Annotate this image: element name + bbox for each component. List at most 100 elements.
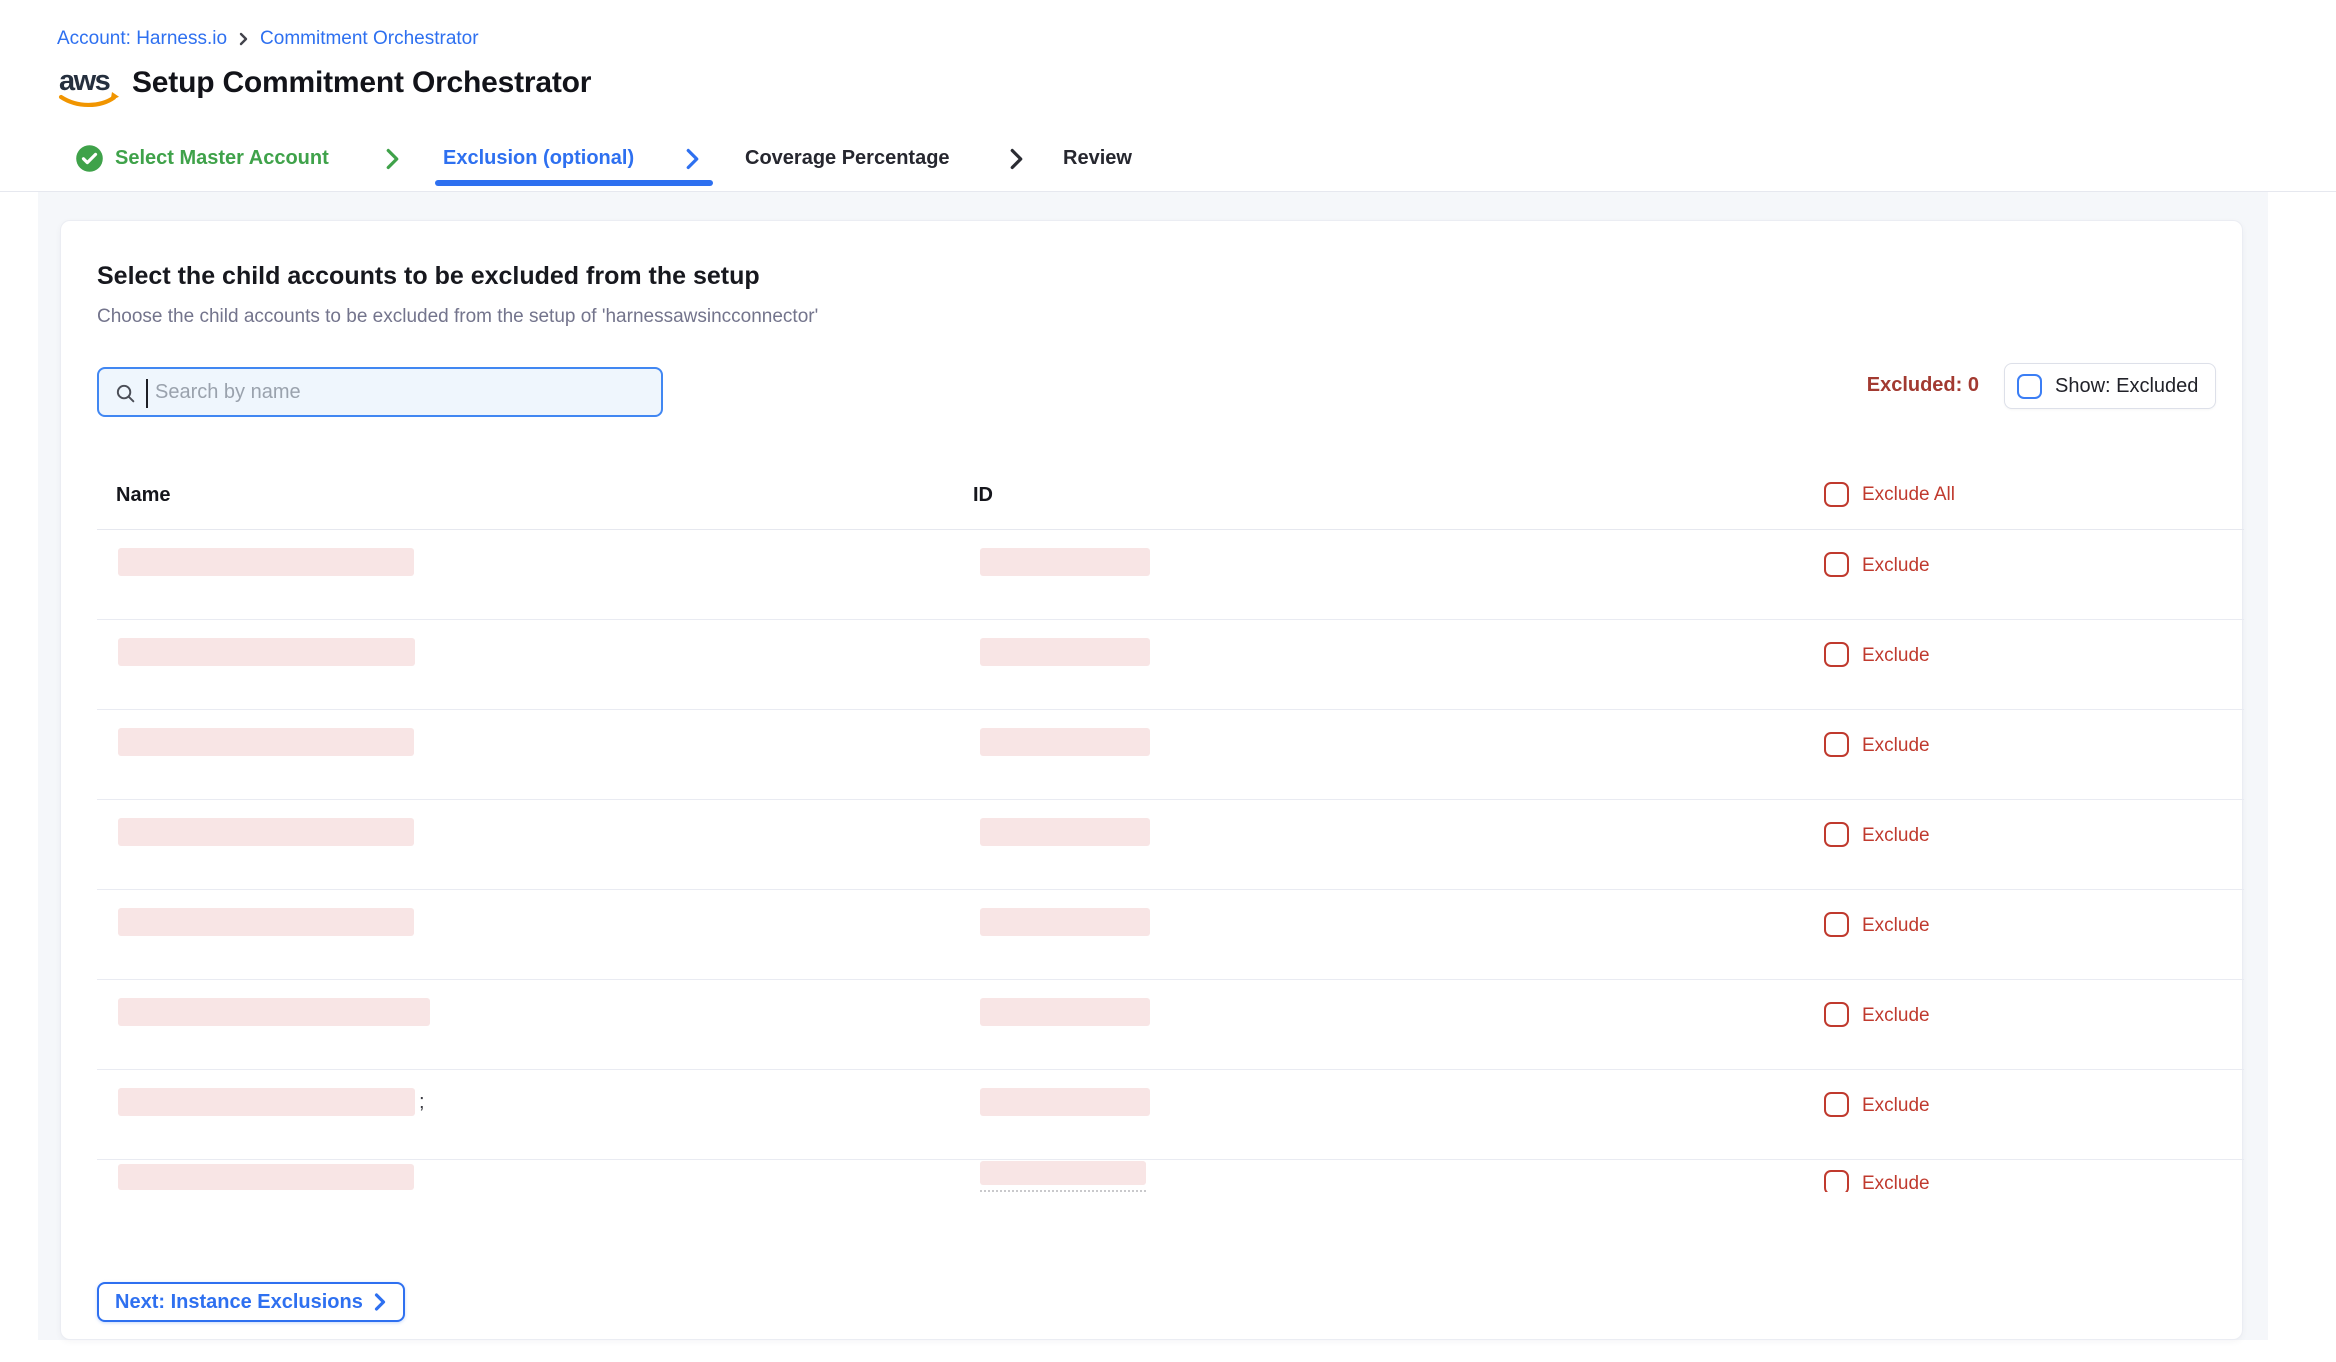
account-name-suffix: ; xyxy=(419,1091,425,1114)
account-id-cell xyxy=(980,1088,1150,1116)
exclude-checkbox[interactable] xyxy=(1824,912,1849,937)
table-row: Exclude xyxy=(97,980,2244,1070)
exclude-label: Exclude xyxy=(1862,735,1930,757)
step-completed-check-icon xyxy=(75,144,104,173)
exclude-control[interactable]: Exclude xyxy=(1824,1092,1930,1117)
redacted-account-id xyxy=(980,908,1150,936)
exclude-label: Exclude xyxy=(1862,1173,1930,1192)
step-chevron-icon xyxy=(384,146,401,172)
exclude-checkbox[interactable] xyxy=(1824,1170,1849,1192)
exclude-checkbox[interactable] xyxy=(1824,732,1849,757)
redacted-account-id xyxy=(980,548,1150,576)
account-id-cell xyxy=(980,908,1150,936)
account-name-cell xyxy=(118,548,418,576)
account-id-cell xyxy=(980,1161,1146,1192)
account-name-cell xyxy=(118,638,419,666)
redacted-account-name xyxy=(118,998,430,1026)
exclude-checkbox[interactable] xyxy=(1824,552,1849,577)
redacted-account-id xyxy=(980,1088,1150,1116)
exclude-label: Exclude xyxy=(1862,1095,1930,1117)
exclude-label: Exclude xyxy=(1862,1005,1930,1027)
redacted-account-name xyxy=(118,1164,414,1190)
table-row: Exclude xyxy=(97,530,2244,620)
show-excluded-checkbox[interactable] xyxy=(2017,374,2042,399)
account-name-cell xyxy=(118,908,418,936)
step-select-master-account[interactable]: Select Master Account xyxy=(115,147,329,170)
redacted-account-id xyxy=(980,638,1150,666)
next-instance-exclusions-button[interactable]: Next: Instance Exclusions xyxy=(97,1282,405,1322)
exclude-control[interactable]: Exclude xyxy=(1824,552,1930,577)
exclude-control[interactable]: Exclude xyxy=(1824,1170,1930,1192)
exclude-control[interactable]: Exclude xyxy=(1824,912,1930,937)
card-heading: Select the child accounts to be excluded… xyxy=(97,262,760,291)
svg-text:aws: aws xyxy=(59,65,110,97)
excluded-count-label: Excluded: 0 xyxy=(1867,374,1979,397)
step-chevron-icon xyxy=(1008,146,1025,172)
redacted-account-id xyxy=(980,818,1150,846)
exclude-all-label: Exclude All xyxy=(1862,484,1955,506)
active-step-underline xyxy=(435,180,713,186)
account-id-cell xyxy=(980,818,1150,846)
table-row: Exclude xyxy=(97,1160,2244,1192)
exclude-label: Exclude xyxy=(1862,645,1930,667)
chevron-right-icon xyxy=(373,1292,387,1312)
exclude-control[interactable]: Exclude xyxy=(1824,732,1930,757)
exclude-checkbox[interactable] xyxy=(1824,1092,1849,1117)
redacted-account-name xyxy=(118,548,414,576)
commitment-orchestrator-page: Account: Harness.io Commitment Orchestra… xyxy=(0,0,2336,1362)
column-header-id: ID xyxy=(973,484,993,507)
redacted-account-id xyxy=(980,998,1150,1026)
exclude-label: Exclude xyxy=(1862,915,1930,937)
redacted-account-id-secondary xyxy=(980,1189,1146,1192)
account-id-cell xyxy=(980,728,1150,756)
account-id-cell xyxy=(980,998,1150,1026)
aws-logo-icon: aws xyxy=(57,62,121,112)
account-name-cell xyxy=(118,728,418,756)
exclude-control[interactable]: Exclude xyxy=(1824,642,1930,667)
step-exclusion[interactable]: Exclusion (optional) xyxy=(443,147,634,170)
account-name-cell: ; xyxy=(118,1088,425,1116)
table-row: Exclude xyxy=(97,710,2244,800)
redacted-account-id xyxy=(980,728,1150,756)
show-excluded-label: Show: Excluded xyxy=(2055,375,2198,398)
exclude-all-control[interactable]: Exclude All xyxy=(1824,482,1955,507)
exclude-checkbox[interactable] xyxy=(1824,822,1849,847)
redacted-account-id xyxy=(980,1161,1146,1185)
exclude-control[interactable]: Exclude xyxy=(1824,1002,1930,1027)
account-name-cell xyxy=(118,1164,418,1190)
account-id-cell xyxy=(980,638,1150,666)
redacted-account-name xyxy=(118,638,415,666)
table-row: Exclude xyxy=(97,620,2244,710)
account-name-cell xyxy=(118,818,418,846)
account-id-cell xyxy=(980,548,1150,576)
exclude-all-checkbox[interactable] xyxy=(1824,482,1849,507)
breadcrumb-account-link[interactable]: Account: Harness.io xyxy=(57,28,227,50)
exclude-checkbox[interactable] xyxy=(1824,642,1849,667)
search-box[interactable] xyxy=(97,367,663,417)
accounts-list: Exclude Exclude Exclude xyxy=(97,530,2244,1192)
redacted-account-name xyxy=(118,728,414,756)
table-row: Exclude xyxy=(97,800,2244,890)
exclude-checkbox[interactable] xyxy=(1824,1002,1849,1027)
step-review[interactable]: Review xyxy=(1063,147,1132,170)
setup-card: Select the child accounts to be excluded… xyxy=(60,220,2243,1340)
search-input[interactable] xyxy=(99,369,661,415)
breadcrumb-chevron-icon xyxy=(238,31,249,47)
account-name-cell xyxy=(118,998,434,1026)
step-coverage-percentage[interactable]: Coverage Percentage xyxy=(745,147,950,170)
redacted-account-name xyxy=(118,908,414,936)
breadcrumb-page-link[interactable]: Commitment Orchestrator xyxy=(260,28,479,50)
column-header-name: Name xyxy=(116,484,170,507)
page-title: Setup Commitment Orchestrator xyxy=(132,66,591,100)
breadcrumb: Account: Harness.io Commitment Orchestra… xyxy=(57,28,479,50)
card-subheading: Choose the child accounts to be excluded… xyxy=(97,306,818,328)
table-row: ; Exclude xyxy=(97,1070,2244,1160)
next-button-label: Next: Instance Exclusions xyxy=(115,1291,363,1314)
table-row: Exclude xyxy=(97,890,2244,980)
step-chevron-icon xyxy=(684,146,701,172)
exclude-label: Exclude xyxy=(1862,825,1930,847)
content-section: Select the child accounts to be excluded… xyxy=(38,192,2268,1340)
exclude-control[interactable]: Exclude xyxy=(1824,822,1930,847)
exclude-label: Exclude xyxy=(1862,555,1930,577)
show-excluded-toggle[interactable]: Show: Excluded xyxy=(2004,363,2216,409)
